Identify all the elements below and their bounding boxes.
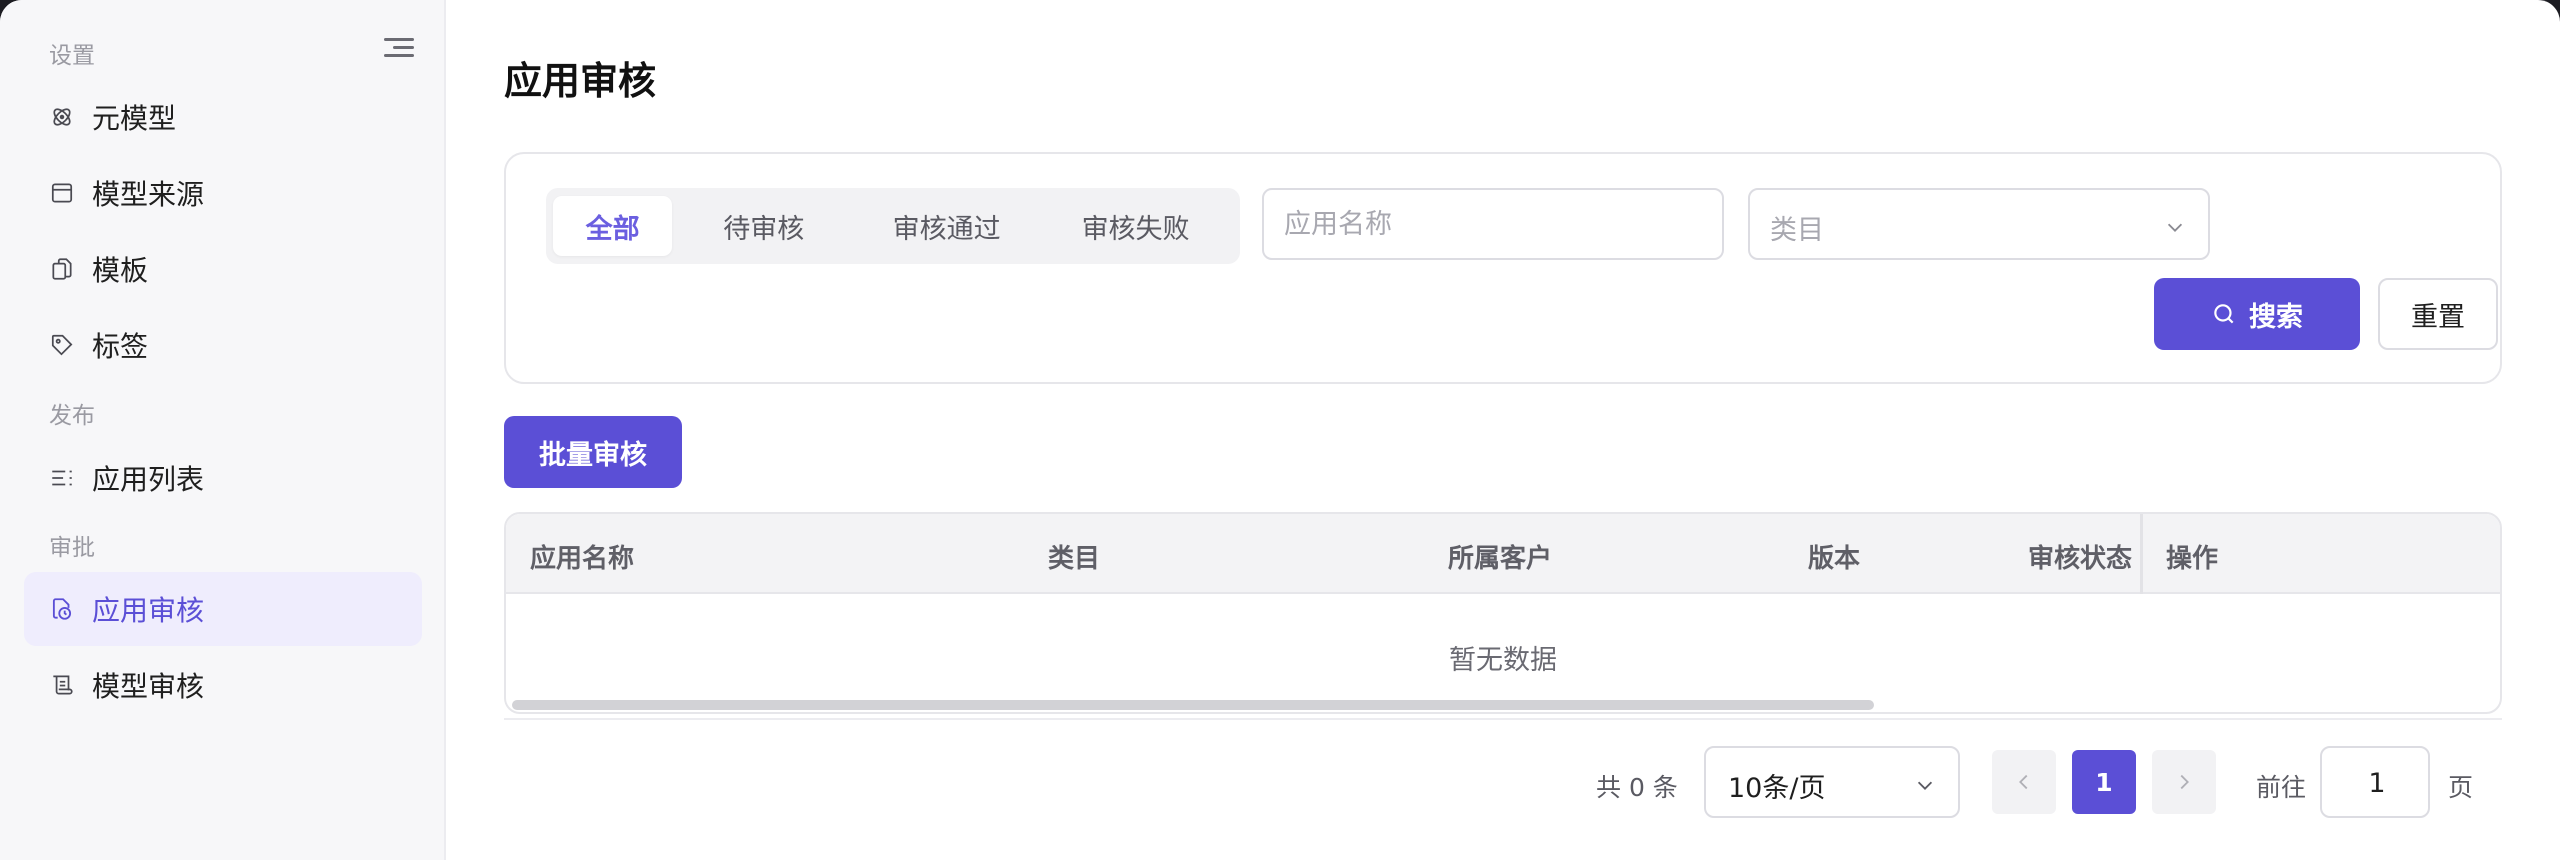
sidebar-item-tags[interactable]: 标签 bbox=[24, 308, 422, 382]
page-size-value: 10条/页 bbox=[1728, 773, 1826, 804]
sidebar-item-app-list[interactable]: 应用列表 bbox=[24, 441, 422, 515]
goto-suffix-label: 页 bbox=[2448, 773, 2474, 802]
copy-icon bbox=[48, 255, 76, 283]
goto-page-input[interactable] bbox=[2322, 748, 2432, 818]
pagination-total: 共 0 条 bbox=[1596, 773, 1678, 802]
chevron-down-icon bbox=[1917, 781, 1933, 790]
atom-icon bbox=[48, 103, 76, 131]
app-name-field bbox=[1262, 188, 1724, 260]
list-icon bbox=[48, 464, 76, 492]
horizontal-scrollbar[interactable] bbox=[506, 696, 2500, 712]
reset-button[interactable]: 重置 bbox=[2378, 278, 2498, 350]
sidebar-item-label: 元模型 bbox=[92, 102, 177, 135]
main-content: 应用审核 全部 待审核 审核通过 审核失败 类目 bbox=[446, 0, 2560, 860]
sidebar-item-meta-model[interactable]: 元模型 bbox=[24, 80, 422, 154]
file-clock-icon bbox=[48, 595, 76, 623]
sidebar-item-label: 标签 bbox=[92, 330, 149, 363]
column-header-customer: 所属客户 bbox=[1448, 544, 1553, 574]
sidebar-section-approval: 审批 bbox=[49, 535, 95, 561]
page-number-current[interactable]: 1 bbox=[2072, 750, 2136, 814]
batch-review-button[interactable]: 批量审核 bbox=[504, 416, 682, 488]
column-header-version: 版本 bbox=[1808, 544, 1861, 574]
sidebar-item-app-review[interactable]: 应用审核 bbox=[24, 572, 422, 646]
window-icon bbox=[48, 179, 76, 207]
tab-pending[interactable]: 待审核 bbox=[672, 196, 855, 256]
column-header-app-name: 应用名称 bbox=[530, 544, 635, 574]
filter-card: 全部 待审核 审核通过 审核失败 类目 搜索 bbox=[504, 152, 2502, 384]
tab-approved[interactable]: 审核通过 bbox=[855, 196, 1038, 256]
tab-rejected[interactable]: 审核失败 bbox=[1038, 196, 1233, 256]
sidebar-item-label: 模型来源 bbox=[92, 178, 205, 211]
divider bbox=[504, 718, 2502, 720]
category-select[interactable]: 类目 bbox=[1748, 188, 2210, 260]
status-tabs: 全部 待审核 审核通过 审核失败 bbox=[546, 188, 1240, 264]
column-header-review-status: 审核状态 bbox=[2028, 544, 2133, 574]
goto-prefix-label: 前往 bbox=[2256, 773, 2307, 802]
column-header-category: 类目 bbox=[1048, 544, 1101, 574]
tab-all[interactable]: 全部 bbox=[553, 196, 673, 256]
sidebar-item-label: 模板 bbox=[92, 254, 149, 287]
sidebar: 设置 元模型 模型来源 模板 标签 发布 应用列表 审批 应用审核 模型审核 bbox=[0, 0, 446, 860]
sidebar-item-template[interactable]: 模板 bbox=[24, 232, 422, 306]
chevron-right-icon bbox=[2180, 774, 2189, 790]
table-header: 应用名称 类目 所属客户 版本 审核状态 操作 bbox=[506, 514, 2500, 594]
chevron-down-icon bbox=[2167, 223, 2183, 232]
table-empty-text: 暂无数据 bbox=[1449, 645, 1557, 676]
sidebar-item-label: 应用审核 bbox=[92, 594, 205, 627]
sidebar-section-settings: 设置 bbox=[49, 43, 95, 69]
app-name-input[interactable] bbox=[1264, 190, 1722, 258]
sidebar-item-model-review[interactable]: 模型审核 bbox=[24, 648, 422, 722]
search-button-label: 搜索 bbox=[2249, 301, 2303, 333]
app-window: 设置 元模型 模型来源 模板 标签 发布 应用列表 审批 应用审核 模型审核 应… bbox=[0, 0, 2560, 860]
scroll-icon bbox=[48, 671, 76, 699]
scrollbar-thumb[interactable] bbox=[512, 700, 1874, 710]
prev-page-button[interactable] bbox=[1992, 750, 2056, 814]
search-icon bbox=[2214, 304, 2234, 324]
sidebar-item-label: 模型审核 bbox=[92, 670, 205, 703]
tag-icon bbox=[48, 331, 76, 359]
sidebar-section-publish: 发布 bbox=[49, 403, 95, 429]
next-page-button[interactable] bbox=[2152, 750, 2216, 814]
page-title: 应用审核 bbox=[504, 59, 657, 103]
fixed-column-divider bbox=[2140, 514, 2143, 594]
sidebar-item-model-source[interactable]: 模型来源 bbox=[24, 156, 422, 230]
data-table: 应用名称 类目 所属客户 版本 审核状态 操作 暂无数据 bbox=[504, 512, 2502, 714]
menu-collapse-icon[interactable] bbox=[384, 32, 414, 62]
goto-page-field bbox=[2320, 746, 2432, 818]
column-header-actions: 操作 bbox=[2166, 544, 2219, 574]
category-select-placeholder: 类目 bbox=[1770, 215, 1824, 246]
page-size-select[interactable]: 10条/页 bbox=[1704, 746, 1960, 818]
sidebar-item-label: 应用列表 bbox=[92, 463, 205, 496]
search-button[interactable]: 搜索 bbox=[2154, 278, 2360, 350]
chevron-left-icon bbox=[2019, 774, 2028, 790]
